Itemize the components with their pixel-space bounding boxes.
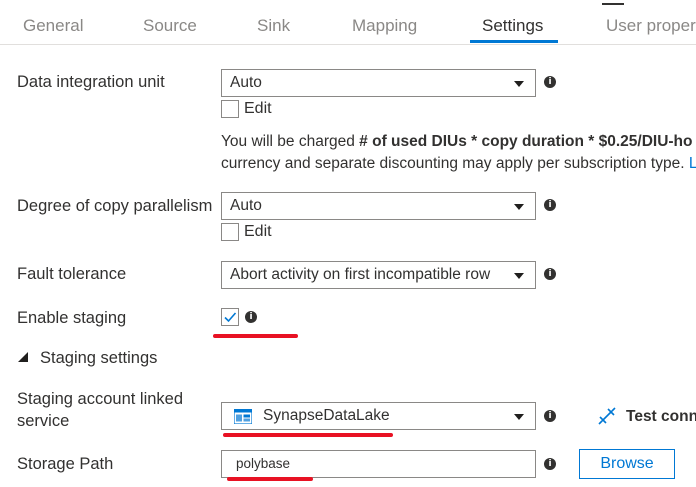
checkmark-icon [224,312,237,323]
chevron-down-icon [514,204,524,210]
parallelism-dropdown[interactable]: Auto [221,192,536,220]
annotation-underline-storage-path [227,477,313,481]
chevron-down-icon [514,414,524,420]
parallelism-value: Auto [230,197,262,214]
info-icon[interactable]: i [544,268,556,280]
storage-path-value: polybase [236,456,291,471]
fault-tolerance-dropdown[interactable]: Abort activity on first incompatible row [221,261,536,289]
parallelism-label: Degree of copy parallelism [17,197,213,215]
tab-source[interactable]: Source [143,16,197,36]
test-connection-label: Test conne [626,408,696,425]
tab-settings[interactable]: Settings [482,16,543,36]
info-icon[interactable]: i [544,458,556,470]
linked-service-label: Staging account linked service [17,390,184,430]
diu-edit-checkbox[interactable] [221,100,239,118]
diu-charge-note-line2: currency and separate discounting may ap… [221,155,696,172]
info-icon[interactable]: i [245,311,257,323]
tab-bar: General Source Sink Mapping Settings Use… [0,0,696,45]
datalake-icon [234,409,252,424]
fault-tolerance-label: Fault tolerance [17,265,127,283]
enable-staging-label: Enable staging [17,309,127,327]
active-tab-indicator [470,40,558,43]
storage-path-label: Storage Path [17,455,114,473]
triangle-expanded-icon[interactable] [17,352,29,362]
parallelism-edit-label: Edit [244,223,272,240]
fault-tolerance-value: Abort activity on first incompatible row [230,266,491,283]
tab-general[interactable]: General [23,16,83,36]
info-icon[interactable]: i [544,199,556,211]
linked-service-value: SynapseDataLake [263,407,390,424]
diu-dropdown[interactable]: Auto [221,69,536,97]
learn-more-link[interactable]: L [689,155,696,172]
staging-settings-header[interactable]: Staging settings [40,349,157,368]
diu-edit-label: Edit [244,100,272,117]
annotation-underline-staging [213,334,298,338]
tab-sink[interactable]: Sink [257,16,290,36]
plug-icon [598,407,616,425]
diu-charge-note-line1: You will be charged # of used DIUs * cop… [221,133,693,150]
chevron-down-icon [514,273,524,279]
tab-mapping[interactable]: Mapping [352,16,417,36]
linked-service-dropdown[interactable]: SynapseDataLake [221,402,536,430]
annotation-underline-linked-service [223,433,393,437]
enable-staging-checkbox[interactable] [221,308,239,326]
storage-path-input[interactable]: polybase [221,450,536,478]
tab-top-edge [602,3,624,5]
diu-label: Data integration unit [17,73,165,91]
tab-user-properties[interactable]: User propert [606,16,696,36]
browse-button[interactable]: Browse [579,449,675,479]
info-icon[interactable]: i [544,410,556,422]
chevron-down-icon [514,81,524,87]
diu-value: Auto [230,74,262,91]
parallelism-edit-checkbox[interactable] [221,223,239,241]
info-icon[interactable]: i [544,76,556,88]
